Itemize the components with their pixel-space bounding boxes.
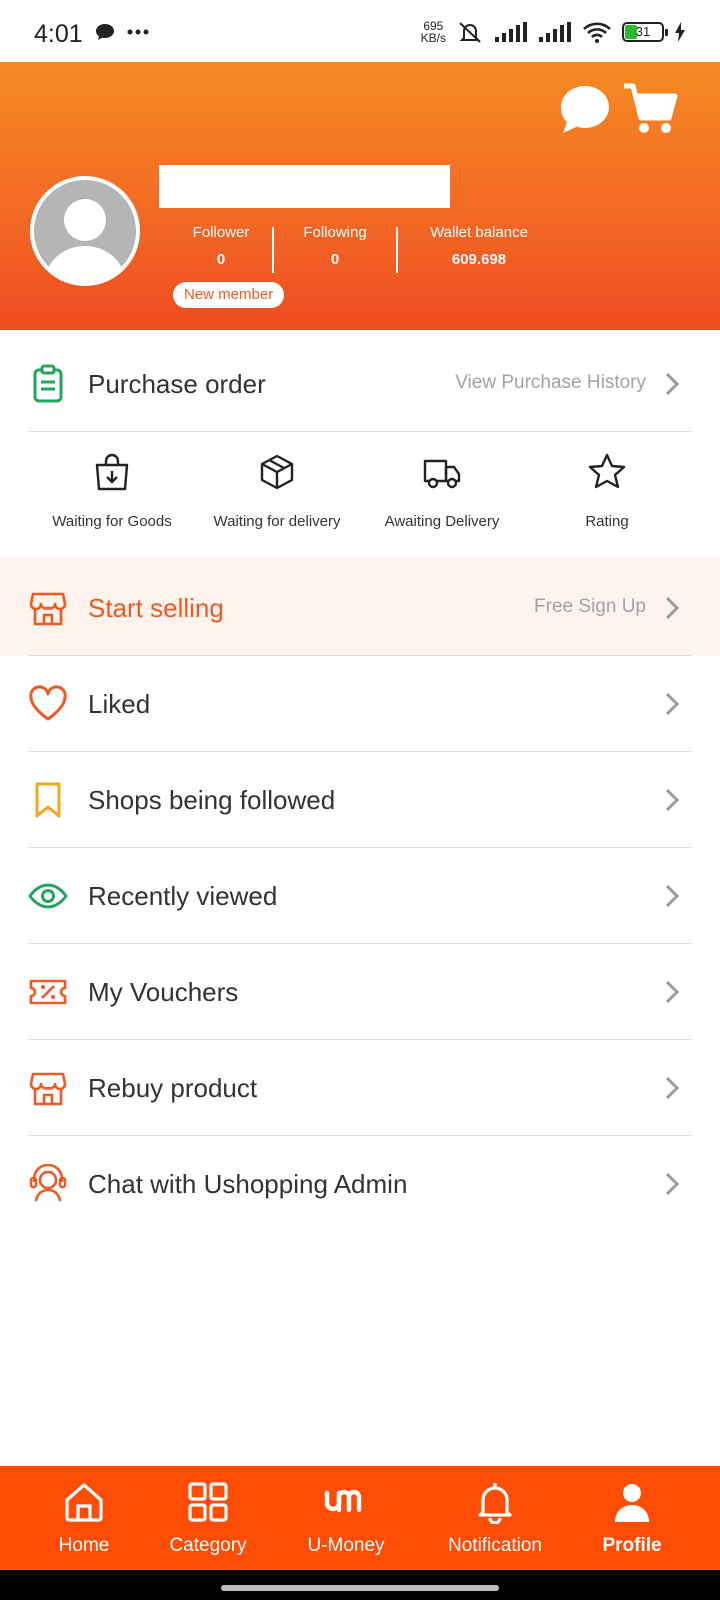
stat-wallet-balance[interactable]: Wallet balance 609.698 — [398, 224, 560, 273]
rating-button[interactable]: Rating — [527, 416, 687, 530]
awaiting-delivery-button[interactable]: Awaiting Delivery — [362, 416, 522, 530]
status-time: 4:01 — [34, 20, 83, 48]
wifi-icon — [583, 22, 611, 43]
bookmark-icon — [35, 782, 61, 818]
voucher-icon — [29, 979, 67, 1005]
chevron-right-icon — [665, 980, 680, 1004]
stat-follower[interactable]: Follower 0 — [170, 224, 272, 273]
chevron-right-icon — [665, 788, 680, 812]
bag-download-icon — [95, 453, 129, 491]
my-vouchers-label: My Vouchers — [88, 977, 239, 1007]
profile-stats: Follower 0 Following 0 Wallet balance 60… — [170, 224, 560, 273]
star-icon — [588, 453, 626, 489]
chevron-right-icon — [665, 692, 680, 716]
signal-icon — [495, 22, 527, 42]
shops-followed-label: Shops being followed — [88, 785, 336, 815]
recently-viewed-label: Recently viewed — [88, 881, 278, 911]
avatar[interactable] — [30, 176, 140, 286]
start-selling-row[interactable]: Start selling Free Sign Up — [0, 560, 720, 656]
view-purchase-history-link[interactable]: View Purchase History — [455, 372, 646, 394]
eye-icon — [28, 883, 68, 909]
chat-notification-icon — [96, 24, 114, 40]
user-placeholder-icon — [45, 199, 125, 282]
network-speed: 695 KB/s — [420, 19, 446, 45]
profile-icon — [615, 1484, 649, 1522]
home-icon — [65, 1483, 103, 1522]
status-bar: 4:01 695 KB/s 31 — [0, 0, 720, 62]
chevron-right-icon — [665, 596, 680, 620]
store-icon — [29, 592, 67, 626]
bottom-navigation: Home Category U-Money Notification Profi… — [0, 1466, 720, 1570]
order-status-bar: Waiting for Goods Waiting for delivery A… — [0, 416, 720, 558]
chevron-right-icon — [665, 1172, 680, 1196]
support-icon — [29, 1164, 67, 1202]
free-sign-up-link[interactable]: Free Sign Up — [534, 596, 646, 618]
home-gesture-handle[interactable] — [221, 1585, 499, 1591]
system-navigation-bar — [0, 1570, 720, 1600]
nav-profile[interactable]: Profile — [584, 1466, 680, 1570]
nav-home[interactable]: Home — [36, 1466, 132, 1570]
truck-icon — [423, 459, 461, 489]
purchase-order-label: Purchase order — [88, 369, 266, 399]
member-badge: New member — [173, 282, 285, 308]
charging-icon — [675, 22, 685, 42]
clipboard-icon — [33, 364, 63, 403]
nav-umoney[interactable]: U-Money — [298, 1466, 394, 1570]
stat-following[interactable]: Following 0 — [274, 224, 396, 273]
chevron-right-icon — [665, 372, 680, 396]
rebuy-product-label: Rebuy product — [88, 1073, 258, 1103]
profile-header: Follower 0 Following 0 Wallet balance 60… — [0, 62, 720, 330]
nav-notification[interactable]: Notification — [440, 1466, 550, 1570]
mute-icon — [459, 22, 481, 43]
cart-icon[interactable] — [622, 82, 678, 136]
chat-admin-label: Chat with Ushopping Admin — [88, 1169, 408, 1199]
chat-icon[interactable] — [558, 84, 612, 136]
rebuy-product-row[interactable]: Rebuy product — [0, 1040, 720, 1136]
liked-row[interactable]: Liked — [0, 656, 720, 752]
umoney-icon — [324, 1489, 362, 1513]
battery-icon: 31 — [622, 22, 668, 42]
username-field — [159, 165, 450, 208]
waiting-for-goods-button[interactable]: Waiting for Goods — [32, 416, 192, 530]
chat-admin-row[interactable]: Chat with Ushopping Admin — [0, 1136, 720, 1232]
store-icon — [29, 1072, 67, 1106]
box-icon — [260, 454, 294, 490]
my-vouchers-row[interactable]: My Vouchers — [0, 944, 720, 1040]
liked-label: Liked — [88, 689, 151, 719]
bell-icon — [478, 1483, 512, 1525]
heart-icon — [29, 685, 67, 721]
grid-icon — [188, 1482, 228, 1522]
nav-category[interactable]: Category — [160, 1466, 256, 1570]
chevron-right-icon — [665, 884, 680, 908]
recently-viewed-row[interactable]: Recently viewed — [0, 848, 720, 944]
waiting-for-delivery-button[interactable]: Waiting for delivery — [197, 416, 357, 530]
shops-followed-row[interactable]: Shops being followed — [0, 752, 720, 848]
chevron-right-icon — [665, 1076, 680, 1100]
signal-icon-2 — [539, 22, 571, 42]
start-selling-label: Start selling — [88, 593, 224, 623]
more-dots-icon — [127, 29, 149, 35]
